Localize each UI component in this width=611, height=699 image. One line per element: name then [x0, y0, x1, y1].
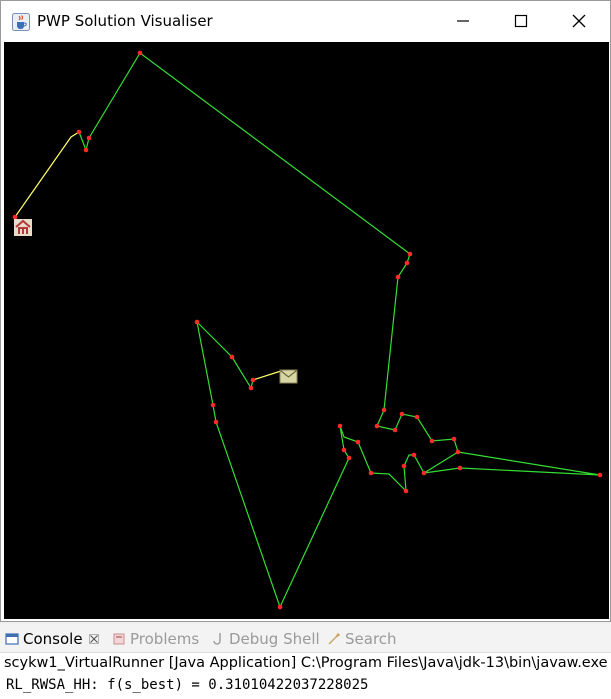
route-spur-line: [423, 451, 601, 476]
envelope-icon: [279, 369, 298, 384]
route-node: [597, 472, 603, 478]
route-node: [368, 470, 374, 476]
maximize-button[interactable]: [492, 1, 550, 41]
route-node: [86, 135, 92, 141]
minimize-button[interactable]: [434, 1, 492, 41]
console-output-line: RL_RWSA_HH: f(s_best) = 0.31010422037228…: [6, 677, 369, 693]
route-line: [78, 52, 459, 609]
route-node: [407, 251, 413, 257]
depot-leg-line: [14, 131, 80, 218]
route-node: [451, 436, 457, 442]
route-node: [210, 402, 216, 408]
search-icon: [328, 632, 341, 645]
run-configuration-header: scykw1_VirtualRunner [Java Application] …: [4, 655, 608, 671]
debug-shell-icon: [213, 633, 221, 645]
route-node: [341, 447, 347, 453]
tab-search[interactable]: Search: [327, 628, 397, 650]
route-node: [429, 438, 435, 444]
route-node: [337, 423, 343, 429]
tab-problems-label: Problems: [130, 630, 200, 648]
maximize-icon: [514, 14, 528, 28]
route-node: [403, 488, 409, 494]
problems-icon: [113, 633, 125, 645]
route-node: [395, 274, 401, 280]
solution-visualiser-window: PWP Solution Visualiser: [0, 0, 611, 622]
route-node: [455, 449, 461, 455]
route-node: [76, 129, 82, 135]
route-node: [12, 214, 18, 220]
tab-search-label: Search: [345, 630, 397, 648]
route-node: [137, 50, 143, 56]
tab-debug-shell[interactable]: Debug Shell: [213, 628, 320, 650]
route-canvas[interactable]: [4, 42, 609, 619]
parcel-leg-line: [252, 370, 282, 381]
console-icon: [5, 633, 19, 645]
route-node: [355, 439, 361, 445]
tab-console[interactable]: Console: [5, 628, 99, 650]
route-node: [83, 147, 89, 153]
close-icon: [572, 14, 586, 28]
java-cup-icon: [12, 13, 30, 31]
route-node: [250, 377, 256, 383]
close-tab-icon[interactable]: [88, 634, 99, 644]
route-node: [457, 465, 463, 471]
tab-problems[interactable]: Problems: [112, 628, 199, 650]
tab-console-label: Console: [23, 630, 83, 648]
title-bar[interactable]: PWP Solution Visualiser: [1, 1, 610, 41]
window-title: PWP Solution Visualiser: [37, 12, 213, 30]
route-node: [404, 260, 410, 266]
console-output-panel[interactable]: scykw1_VirtualRunner [Java Application] …: [0, 653, 611, 699]
route-node: [411, 452, 417, 458]
route-node: [392, 427, 398, 433]
route-node: [414, 414, 420, 420]
route-node: [421, 470, 427, 476]
route-node: [374, 423, 380, 429]
route-nodes: [12, 50, 603, 610]
route-node: [399, 411, 405, 417]
house-icon: [14, 219, 32, 236]
route-node: [194, 319, 200, 325]
route-node: [248, 385, 254, 391]
minimize-icon: [457, 20, 469, 22]
route-node: [401, 463, 407, 469]
route-node: [277, 604, 283, 610]
close-button[interactable]: [550, 1, 608, 41]
route-node: [381, 407, 387, 413]
route-node: [346, 455, 352, 461]
route-node: [229, 354, 235, 360]
console-tab-bar: Console Problems Debug Shell Search: [0, 624, 611, 653]
route-node: [213, 419, 219, 425]
tab-debug-shell-label: Debug Shell: [229, 630, 320, 648]
